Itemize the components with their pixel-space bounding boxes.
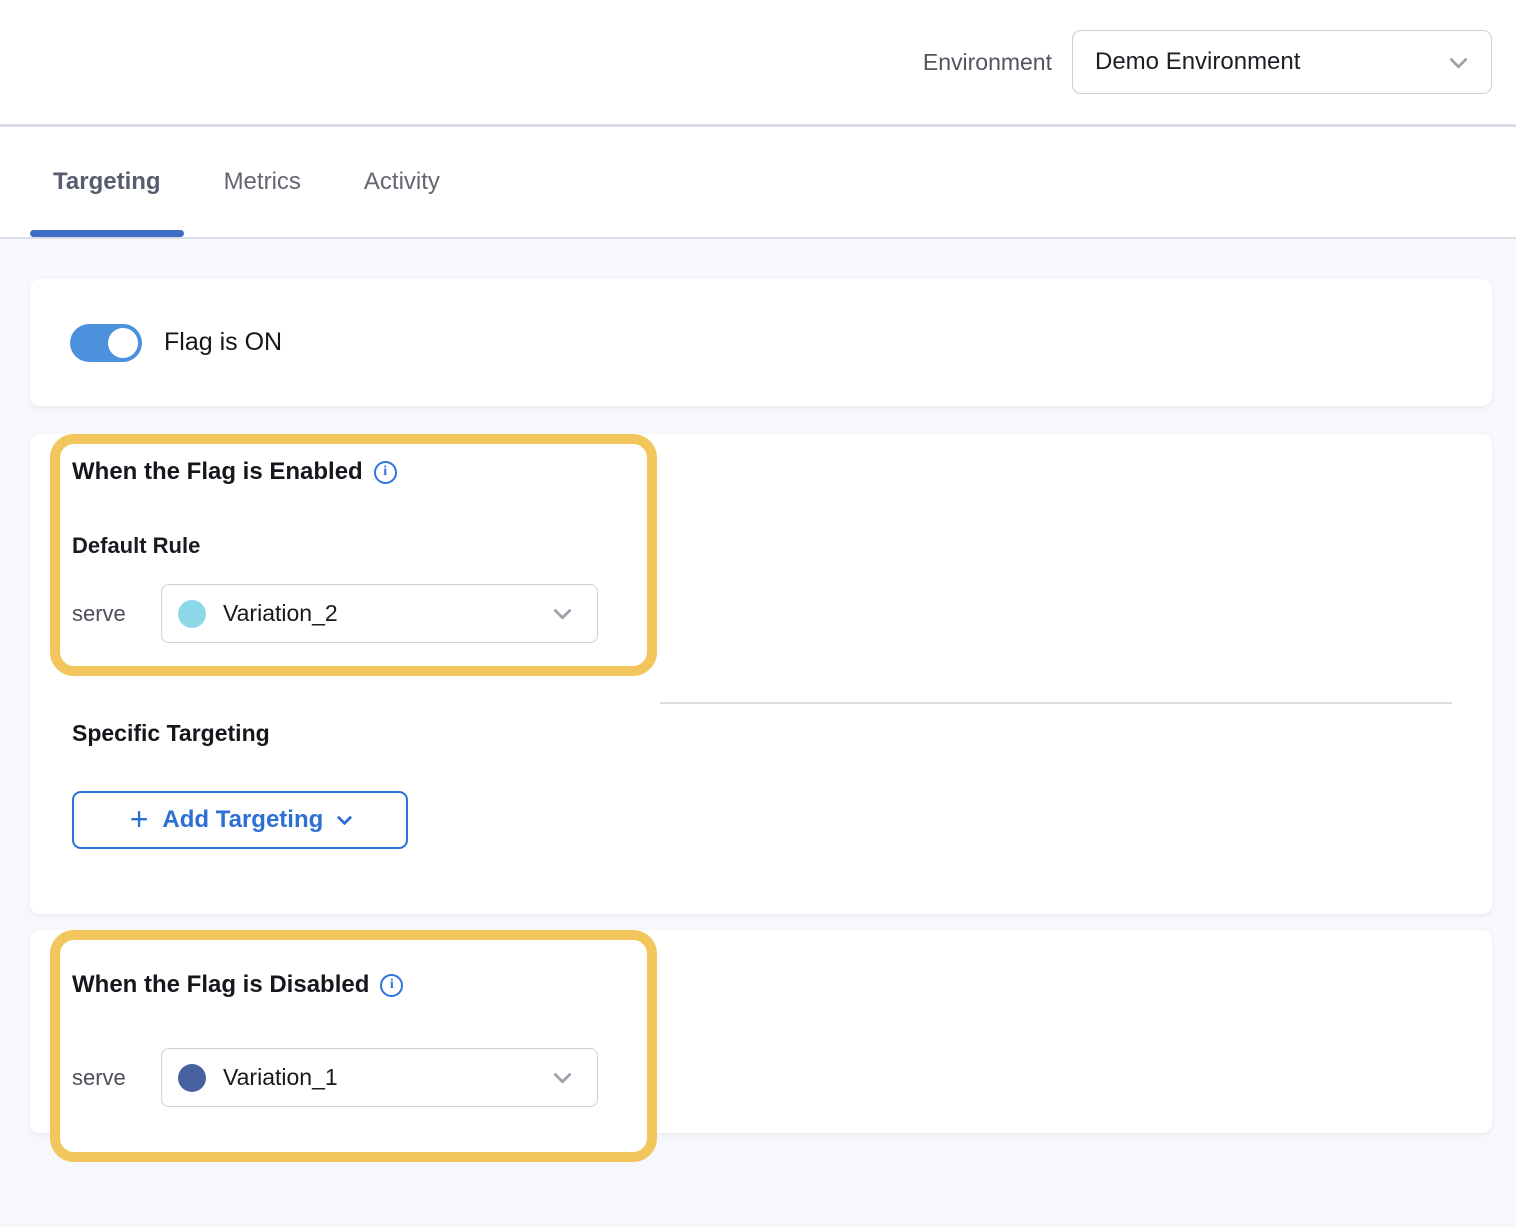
default-rule-serve-row: serve Variation_2 <box>72 584 635 643</box>
enabled-rule-highlight: When the Flag is Enabled i Default Rule … <box>50 434 657 676</box>
chevron-down-icon <box>1449 50 1467 68</box>
tab-bar: Targeting Metrics Activity <box>0 127 1516 239</box>
serve-label: serve <box>72 1065 161 1091</box>
info-icon[interactable]: i <box>380 974 403 997</box>
section-divider <box>660 702 1452 704</box>
disabled-section-title-text: When the Flag is Disabled <box>72 970 369 1000</box>
environment-label: Environment <box>923 49 1052 76</box>
flag-enabled-rules-card: When the Flag is Enabled i Default Rule … <box>30 434 1492 914</box>
disabled-rule-highlight: When the Flag is Disabled i serve Variat… <box>50 930 657 1162</box>
variation-select-value: Variation_1 <box>223 1064 556 1091</box>
disabled-section-title: When the Flag is Disabled i <box>72 970 635 1000</box>
tab-targeting-label: Targeting <box>53 168 161 196</box>
add-targeting-button-label: Add Targeting <box>162 806 323 834</box>
environment-select-value: Demo Environment <box>1095 48 1300 76</box>
default-rule-label: Default Rule <box>72 532 635 560</box>
variation-color-dot <box>178 600 206 628</box>
tab-metrics[interactable]: Metrics <box>201 127 324 237</box>
enabled-section-title-text: When the Flag is Enabled <box>72 457 363 487</box>
flag-toggle[interactable] <box>70 324 142 362</box>
flag-status-label: Flag is ON <box>164 328 282 357</box>
page-header: Environment Demo Environment <box>0 0 1516 127</box>
tab-activity-label: Activity <box>364 168 440 196</box>
tab-targeting[interactable]: Targeting <box>30 127 184 237</box>
disabled-serve-row: serve Variation_1 <box>72 1048 635 1107</box>
info-icon[interactable]: i <box>374 461 397 484</box>
flag-status-card: Flag is ON <box>30 279 1492 406</box>
serve-label: serve <box>72 601 161 627</box>
disabled-variation-select[interactable]: Variation_1 <box>161 1048 598 1107</box>
variation-select-value: Variation_2 <box>223 600 556 627</box>
chevron-down-icon <box>553 1065 571 1083</box>
chevron-down-icon <box>337 809 353 825</box>
add-targeting-button[interactable]: + Add Targeting <box>72 791 408 849</box>
chevron-down-icon <box>553 601 571 619</box>
flag-disabled-rules-card: When the Flag is Disabled i serve Variat… <box>30 930 1492 1133</box>
targeting-panel: Flag is ON When the Flag is Enabled i De… <box>0 239 1516 1227</box>
enabled-section-title: When the Flag is Enabled i <box>72 457 635 487</box>
plus-icon: + <box>130 803 149 835</box>
environment-select[interactable]: Demo Environment <box>1072 30 1492 94</box>
tab-metrics-label: Metrics <box>224 168 301 196</box>
specific-targeting-label: Specific Targeting <box>72 719 1492 747</box>
flag-toggle-knob <box>108 328 138 358</box>
tab-list: Targeting Metrics Activity <box>30 127 463 237</box>
tab-activity[interactable]: Activity <box>341 127 463 237</box>
variation-color-dot <box>178 1064 206 1092</box>
default-rule-variation-select[interactable]: Variation_2 <box>161 584 598 643</box>
